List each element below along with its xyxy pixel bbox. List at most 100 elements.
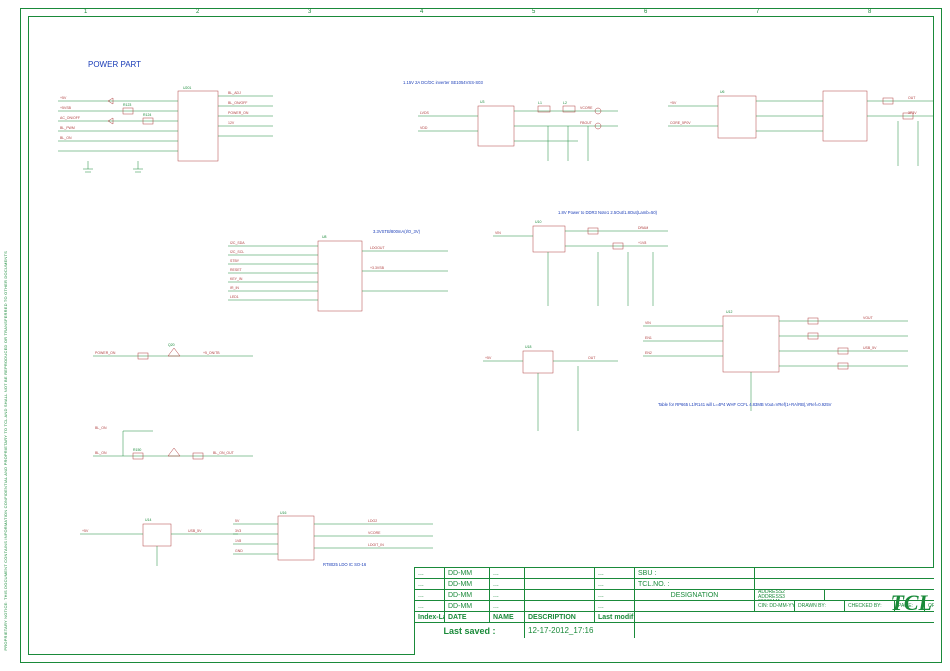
ref: U10 (535, 220, 541, 224)
net: +5V (60, 96, 67, 100)
net: 3P3V (908, 111, 917, 115)
net: VCORE (580, 106, 593, 110)
net: OUT (908, 96, 916, 100)
brand-logo: TCL (890, 590, 932, 616)
net: EN1 (645, 336, 652, 340)
ref: U201 (183, 86, 191, 90)
rev-idx: ... (415, 568, 445, 578)
ref: U12 (726, 310, 732, 314)
net: DRAM (638, 226, 648, 230)
grid-col-8: 8 (868, 9, 871, 15)
net: +5_ON/TB (203, 351, 220, 355)
net: +5V (670, 101, 677, 105)
net: BL_ON_OUT (213, 451, 235, 455)
designation: DESIGNATION (635, 590, 755, 600)
last-saved-label: Last saved : (415, 623, 525, 638)
cluster-ldo-multi: 5V 3V3 1V8 GND LDO2 VCORE LDOIT_IN RT802… (223, 506, 443, 576)
note: 1.15V 2A DC/DC inverter SE1054VSS-S03 (403, 80, 484, 85)
grid-col-1: 1 (84, 9, 87, 15)
sbu: SBU : (635, 568, 755, 578)
net: 5V (235, 519, 240, 523)
net: 1V8 (235, 539, 241, 543)
ref: R150 (133, 448, 141, 452)
net: VIN (495, 231, 501, 235)
net: LDO2 (368, 519, 377, 523)
address: ADDRESS1 ADDRESS2 ADDRESS3 33332441 (755, 590, 825, 600)
grid-col-4: 4 (420, 9, 423, 15)
net: BL_PWM (60, 126, 75, 130)
net: USB_5V (188, 529, 202, 533)
net: VOUT (863, 316, 874, 320)
ref: U3 (480, 100, 485, 104)
cluster-power-on: POWER_ON +5_ON/TB Q20 (83, 326, 263, 386)
ref: U8 (322, 235, 327, 239)
net: AC_ON/OFF (60, 116, 80, 120)
net: LVDS (420, 111, 430, 115)
cluster-dcdc-5v: +5V CORE_5P0V OUT 3P3V U6 (658, 71, 938, 191)
net: FBOUT (580, 121, 593, 125)
net: 12V (228, 121, 235, 125)
net: VIN (645, 321, 651, 325)
net: LDOIT_IN (368, 543, 384, 547)
last-saved-value: 12-17-2012_17:16 (525, 623, 635, 638)
checked: CHECKED BY: (845, 601, 895, 611)
schematic-area: +5V +5VSB AC_ON/OFF BL_PWM BL_ON BL_ADJ … (28, 16, 934, 655)
net: RESET (230, 268, 243, 272)
net: I2C_SDA (230, 241, 245, 245)
net: +5V (485, 356, 492, 360)
rev-name: ... (490, 568, 525, 578)
schematic-sheet: PROPRIETARY NOTICE: THIS DOCUMENT CONTAI… (0, 0, 950, 671)
net: STBY (230, 259, 240, 263)
header-row: Index-Lab DATE NAME DESCRIPTION Last mod… (415, 612, 934, 623)
net: BL_ADJ (228, 91, 241, 95)
ref: U14 (145, 518, 151, 522)
net: I2C_SCL (230, 250, 244, 254)
rev-row: ... DD-MM ... ... TCL.NO. : (415, 579, 934, 590)
cluster-dcdc-1v15: 1.15V 2A DC/DC inverter SE1054VSS-S03 LV… (398, 76, 628, 186)
net: USB_5V (863, 346, 877, 350)
net: KEY_IN (230, 277, 243, 281)
net: VDD (420, 126, 428, 130)
net: OUT (588, 356, 596, 360)
drawn: DRAWN BY: (795, 601, 845, 611)
rev-row: ... DD-MM ... ... SBU : (415, 568, 934, 579)
ref: R123 (123, 103, 131, 107)
grid-col-2: 2 (196, 9, 199, 15)
net: EN2 (645, 351, 652, 355)
note: Table for RP665 L1/R141 will L=4P4 WHF C… (658, 402, 832, 407)
net: +3.3VSB (370, 266, 385, 270)
net: LED1 (230, 295, 239, 299)
last-saved-row: Last saved : 12-17-2012_17:16 (415, 623, 934, 638)
net: +5VSB (60, 106, 72, 110)
ref: Q20 (168, 343, 175, 347)
net: BL_ON (60, 136, 72, 140)
net: LDOOUT (370, 246, 385, 250)
net: +1V8 (638, 241, 646, 245)
rev-desc (525, 568, 595, 578)
ref: U6 (720, 90, 725, 94)
grid-col-5: 5 (532, 9, 535, 15)
net: CORE_5P0V (670, 121, 691, 125)
note: 1.8V Power to DDR3 Note1 2.5Out/1.8Out(L… (558, 210, 658, 215)
net: POWER_ON (95, 351, 116, 355)
grid-col-3: 3 (308, 9, 311, 15)
ref: U18 (525, 345, 531, 349)
grid-col-6: 6 (644, 9, 647, 15)
ref: L1 (538, 101, 542, 105)
rev-date: DD-MM (445, 568, 490, 578)
rev-row: ... DD-MM ... ... CIN: DD-MM-YY DRAWN BY… (415, 601, 934, 612)
net: VCORE (368, 531, 381, 535)
net: GND (235, 549, 243, 553)
ref: U16 (280, 511, 286, 515)
tclno: TCL.NO. : (635, 579, 755, 589)
net: BL_ON (95, 451, 107, 455)
net: BL_ON (95, 426, 107, 430)
note: RT8025 LDO IC SO-16 (323, 562, 367, 567)
proprietary-notice: PROPRIETARY NOTICE: THIS DOCUMENT CONTAI… (3, 251, 13, 651)
titleblock: ... DD-MM ... ... SBU : ... DD-MM ... ..… (414, 567, 934, 655)
ref: R124 (143, 113, 151, 117)
net: 3V3 (235, 529, 241, 533)
cluster-standby-mcu: I2C_SDA I2C_SCL STBY RESET KEY_IN IR_IN … (208, 221, 458, 331)
grid-col-7: 7 (756, 9, 759, 15)
rev-modif: ... (595, 568, 635, 578)
